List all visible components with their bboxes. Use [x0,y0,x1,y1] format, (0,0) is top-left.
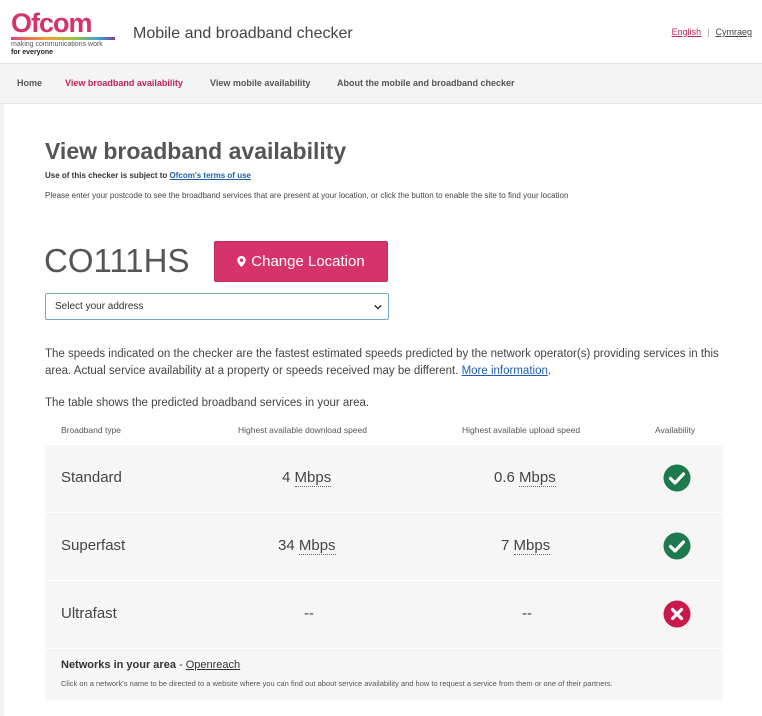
cross-circle-icon [663,600,691,628]
row-type: Standard [61,469,122,486]
lang-welsh-link[interactable]: Cymraeg [715,27,752,37]
network-link-openreach[interactable]: Openreach [186,659,240,671]
download-unit: Mbps [294,469,332,487]
terms-prefix: Use of this checker is subject to [45,171,168,180]
instructions: Please enter your postcode to see the br… [45,191,569,200]
language-switcher: English | Cymraeg [672,27,752,37]
download-value: 34 [278,537,295,554]
download-value: 4 [282,469,291,486]
row-upload: 0.6 Mbps [494,469,556,487]
row-download: 34 Mbps [278,537,336,555]
table-header: Broadband type Highest available downloa… [45,418,723,445]
table-intro: The table shows the predicted broadband … [45,397,370,409]
row-type: Ultrafast [61,605,117,622]
chevron-down-icon [374,304,382,310]
nav-item-home[interactable]: Home [17,78,42,88]
networks-row: Networks in your area - Openreach Click … [45,649,723,701]
upload-value: -- [522,605,532,622]
change-location-label: Change Location [251,253,365,270]
networks-label: Networks in your area [61,659,176,671]
col-header-upload: Highest available upload speed [462,425,581,435]
check-circle-icon [663,532,691,560]
lang-english-link[interactable]: English [672,27,702,37]
speed-disclaimer: The speeds indicated on the checker are … [45,348,719,377]
row-upload: 7 Mbps [501,537,551,555]
nav-item-about[interactable]: About the mobile and broadband checker [337,78,515,88]
broadband-table: Broadband type Highest available downloa… [45,418,723,701]
download-value: -- [304,605,314,622]
address-select[interactable]: Select your address [45,293,389,320]
main-content: View broadband availability Use of this … [4,104,762,716]
row-download: -- [304,605,314,622]
ofcom-logo[interactable]: Ofcom making communications work for eve… [11,8,119,57]
col-header-type: Broadband type [61,425,122,435]
nav-item-broadband[interactable]: View broadband availability [65,78,183,88]
change-location-button[interactable]: Change Location [214,241,388,282]
networks-dash: - [179,659,183,671]
postcode-display: CO111HS [44,242,190,279]
terms-notice: Use of this checker is subject to Ofcom'… [45,171,251,180]
main-nav: Home View broadband availability View mo… [0,64,762,104]
row-download: 4 Mbps [282,469,332,487]
col-header-download: Highest available download speed [238,425,368,435]
lang-separator: | [707,27,710,37]
check-circle-icon [663,464,691,492]
disclaimer-text: The speeds indicated on the checker are … [45,348,719,377]
map-pin-icon [237,256,247,267]
upload-unit: Mbps [513,537,551,555]
more-information-link[interactable]: More information [462,365,548,377]
logo-tagline-2: for everyone [11,49,54,56]
page-title: View broadband availability [45,138,347,164]
terms-link[interactable]: Ofcom's terms of use [170,171,251,180]
logo-wordmark: Ofcom [11,8,93,38]
app-title: Mobile and broadband checker [133,25,353,42]
table-row: Ultrafast -- -- [45,581,723,649]
logo-colour-bar [11,37,115,40]
row-upload: -- [522,605,532,622]
table-row: Standard 4 Mbps 0.6 Mbps [45,445,723,513]
upload-unit: Mbps [519,469,556,487]
networks-note: Click on a network's name to be directed… [61,679,613,688]
col-header-availability: Availability [655,425,696,435]
upload-value: 7 [501,537,510,554]
row-type: Superfast [61,537,126,554]
nav-item-mobile[interactable]: View mobile availability [210,78,310,88]
address-select-value: Select your address [55,301,144,312]
download-unit: Mbps [298,537,336,555]
logo-tagline: making communications work [11,41,103,48]
table-row: Superfast 34 Mbps 7 Mbps [45,513,723,581]
upload-value: 0.6 [494,469,515,486]
site-header: Ofcom making communications work for eve… [0,0,762,64]
networks-in-area: Networks in your area - Openreach [61,659,240,671]
